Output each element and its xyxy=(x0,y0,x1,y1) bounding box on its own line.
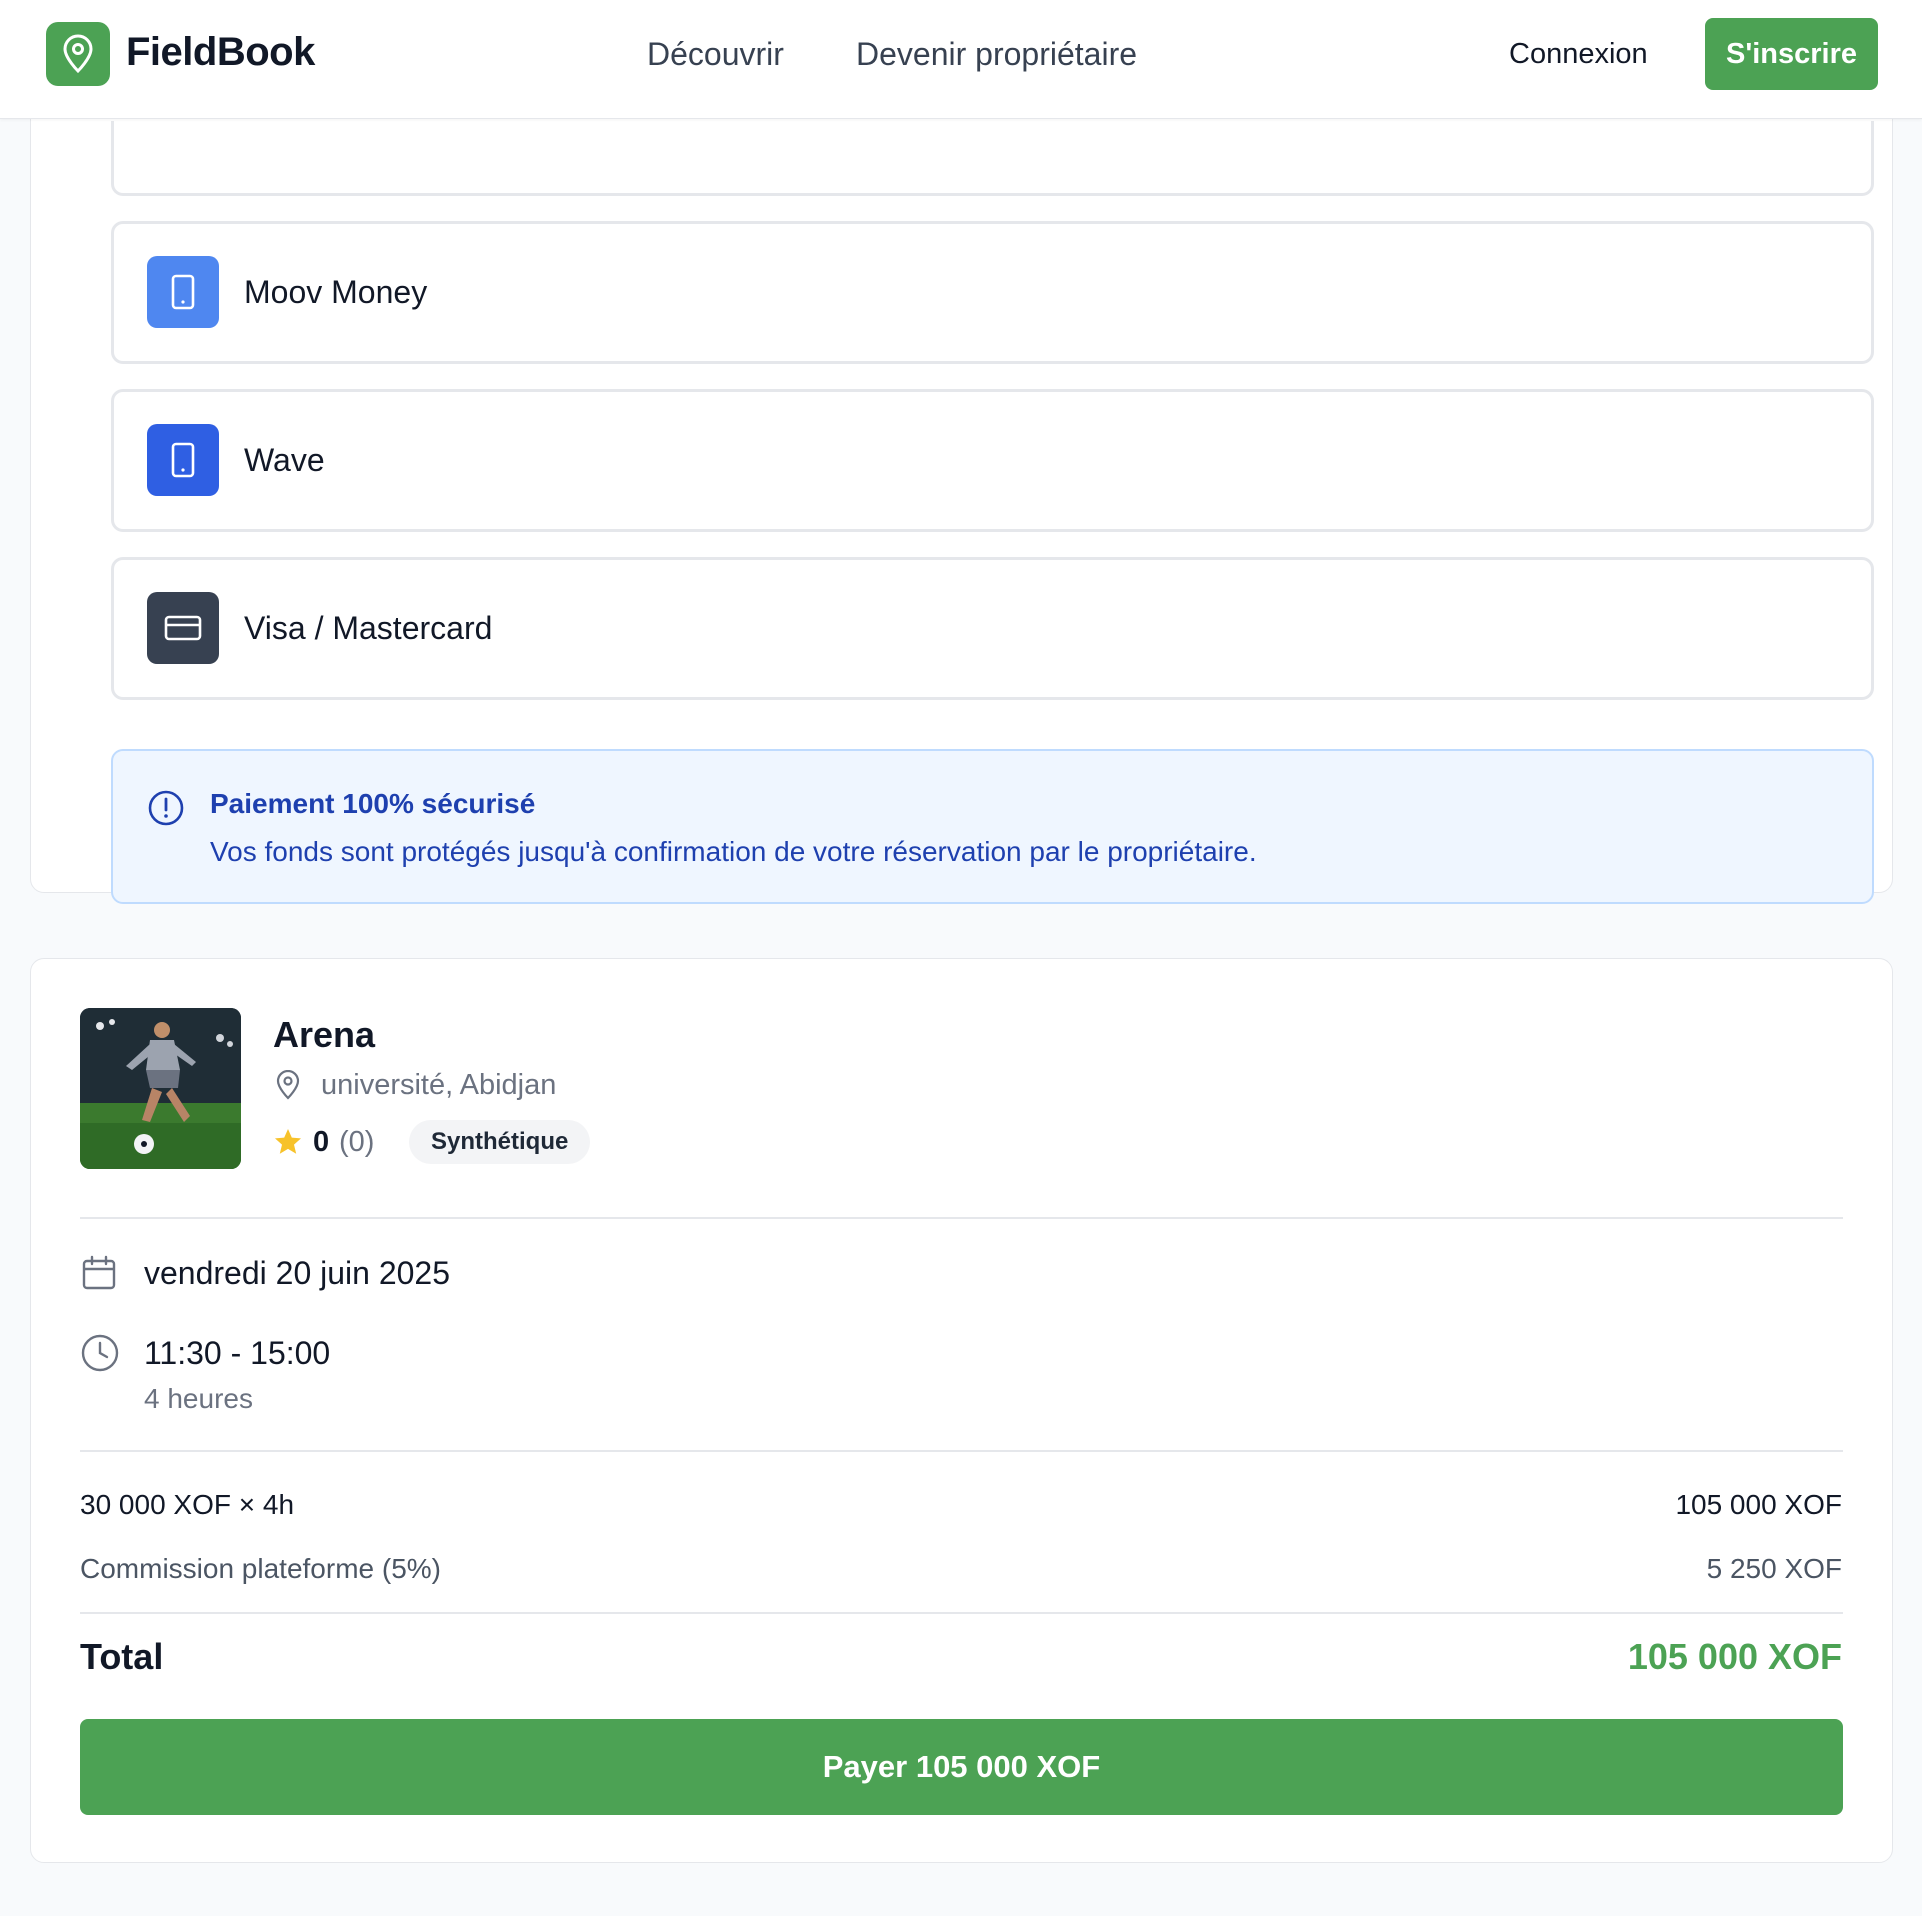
booking-date: vendredi 20 juin 2025 xyxy=(144,1255,451,1291)
payment-method-option-partial[interactable] xyxy=(111,121,1874,196)
surface-badge: Synthétique xyxy=(409,1120,591,1164)
payment-method-visa-mastercard[interactable]: Visa / Mastercard xyxy=(111,557,1874,700)
total-label: Total xyxy=(80,1636,164,1677)
top-navbar: FieldBook Découvrir Devenir propriétaire… xyxy=(0,0,1922,119)
nav-link-become-owner[interactable]: Devenir propriétaire xyxy=(856,36,1137,73)
total-value: 105 000 XOF xyxy=(1627,1636,1842,1677)
login-link[interactable]: Connexion xyxy=(1509,38,1648,71)
commission-value: 5 250 XOF xyxy=(1706,1553,1842,1584)
rating-count: (0) xyxy=(339,1126,375,1158)
payment-method-wave[interactable]: Wave xyxy=(111,389,1874,532)
divider xyxy=(80,1612,1843,1614)
rate-value: 105 000 XOF xyxy=(1675,1489,1842,1520)
booking-time: 11:30 - 15:00 xyxy=(144,1335,331,1371)
payment-method-label: Moov Money xyxy=(244,274,428,310)
field-photo xyxy=(80,1008,241,1169)
signup-button[interactable]: S'inscrire xyxy=(1705,18,1878,90)
calendar-icon xyxy=(82,1255,116,1290)
payment-method-label: Wave xyxy=(244,442,325,478)
info-alert-icon xyxy=(148,790,184,826)
clock-icon xyxy=(81,1334,119,1372)
map-pin-icon xyxy=(276,1070,300,1100)
divider xyxy=(80,1450,1843,1452)
star-icon xyxy=(275,1129,301,1154)
pay-button[interactable]: Payer 105 000 XOF xyxy=(80,1719,1843,1815)
rate-label: 30 000 XOF × 4h xyxy=(80,1489,295,1520)
rating-value: 0 xyxy=(313,1126,330,1158)
field-name: Arena xyxy=(273,1014,376,1055)
field-location: université, Abidjan xyxy=(321,1069,557,1101)
map-pin-logo-icon[interactable] xyxy=(46,22,110,86)
payment-methods-card: Moov Money Wave Visa / Mastercard Paieme… xyxy=(30,60,1893,904)
payment-method-label: Visa / Mastercard xyxy=(244,610,493,646)
divider xyxy=(80,1217,1843,1219)
brand-name[interactable]: FieldBook xyxy=(126,30,315,75)
phone-icon xyxy=(147,424,219,496)
phone-icon xyxy=(147,256,219,328)
credit-card-icon xyxy=(147,592,219,664)
commission-label: Commission plateforme (5%) xyxy=(80,1553,441,1584)
payment-method-moov-money[interactable]: Moov Money xyxy=(111,221,1874,364)
booking-summary-card: Arena université, Abidjan 0 (0) Synthéti… xyxy=(30,958,1893,1863)
secure-notice-title: Paiement 100% sécurisé xyxy=(210,788,536,819)
secure-payment-notice: Paiement 100% sécurisé Vos fonds sont pr… xyxy=(111,749,1874,904)
booking-duration: 4 heures xyxy=(144,1383,253,1414)
secure-notice-text: Vos fonds sont protégés jusqu'à confirma… xyxy=(210,836,1257,867)
nav-link-discover[interactable]: Découvrir xyxy=(647,36,784,73)
